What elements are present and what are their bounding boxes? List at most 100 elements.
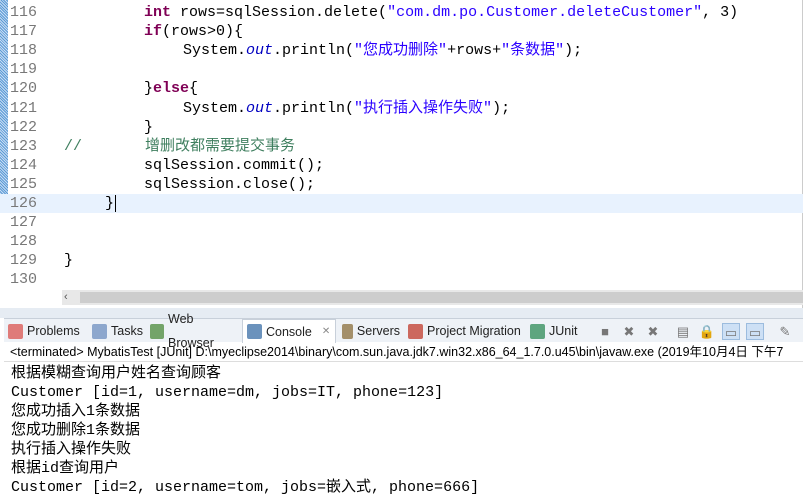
tab-label: JUnit	[549, 324, 578, 338]
line-number: 127	[10, 214, 38, 232]
code-token: sqlSession.commit();	[144, 156, 325, 174]
code-text: }	[144, 118, 153, 137]
code-text: sqlSession.commit();	[144, 156, 324, 175]
code-line[interactable]: 129}	[0, 251, 803, 270]
code-line[interactable]: 126}	[0, 194, 803, 213]
code-token: if	[144, 23, 163, 41]
console-line: 根据模糊查询用户姓名查询顾客	[11, 365, 222, 382]
code-token: "执行插入操作失败"	[354, 99, 493, 117]
remove-launch-icon[interactable]: ✖	[620, 323, 638, 340]
code-text: sqlSession.close();	[144, 175, 315, 194]
line-number: 123	[10, 137, 38, 155]
code-token: }	[144, 118, 154, 136]
code-text: System.out.println("执行插入操作失败");	[183, 99, 510, 118]
code-token: +rows+	[447, 42, 502, 60]
line-number: 129	[10, 252, 38, 270]
code-token: , 3)	[702, 4, 739, 21]
code-token: sqlSession.close();	[144, 175, 316, 193]
code-token: System.	[183, 42, 247, 60]
code-token: System.	[183, 99, 247, 117]
line-number: 128	[10, 233, 38, 251]
tab-label: Problems	[27, 324, 80, 338]
remove-all-icon[interactable]: ✖	[644, 323, 662, 340]
console-line: 您成功插入1条数据	[11, 403, 141, 420]
tab-label: Console	[266, 324, 312, 339]
code-line[interactable]: 120}else{	[0, 79, 803, 98]
pin-console-icon[interactable]: ✎	[776, 323, 794, 340]
code-token: "com.dm.po.Customer.deleteCustomer"	[387, 4, 703, 21]
console-line: 您成功删除1条数据	[11, 422, 141, 439]
line-number: 118	[10, 42, 38, 60]
code-text: System.out.println("您成功删除"+rows+"条数据");	[183, 41, 582, 60]
scrollbar-thumb[interactable]	[80, 292, 803, 303]
tab-label: Servers	[356, 324, 400, 338]
show-on-stderr-icon[interactable]: ▭	[746, 323, 764, 340]
code-line[interactable]: 117 if(rows>0){	[0, 22, 803, 41]
code-editor[interactable]: 116 int rows=sqlSession.delete("com.dm.po…	[0, 0, 803, 308]
code-line[interactable]: 127	[0, 213, 803, 232]
code-line[interactable]: 119	[0, 60, 803, 79]
tasks-icon	[92, 323, 107, 339]
code-token: out	[246, 99, 274, 117]
problems-icon	[8, 323, 23, 339]
code-token: // 增删改都需要提交事务	[64, 137, 296, 155]
clear-console-icon[interactable]: ▤	[674, 323, 692, 340]
terminate-icon[interactable]: ■	[596, 323, 614, 340]
view-tab-bar: Problems Tasks Web Browser Console ✕ Servers P…	[4, 312, 803, 350]
code-text: if(rows>0){	[144, 22, 243, 41]
code-token: out	[246, 42, 274, 60]
tab-junit[interactable]: JUnit	[526, 319, 582, 343]
code-line[interactable]: 121 System.out.println("执行插入操作失败");	[0, 99, 803, 118]
line-number: 121	[10, 99, 38, 117]
tab-tasks[interactable]: Tasks	[88, 319, 144, 343]
tab-label: Project Migration	[427, 324, 521, 338]
code-token: else	[153, 80, 190, 98]
line-number: 122	[10, 118, 38, 136]
line-number: 125	[10, 175, 38, 193]
text-cursor	[115, 194, 117, 212]
console-line: 根据id查询用户	[11, 460, 120, 477]
console-header: <terminated> MybatisTest [JUnit] D:\myec…	[4, 342, 803, 362]
code-text: }else{	[144, 79, 198, 98]
code-token: }	[64, 252, 74, 270]
tab-servers[interactable]: Servers	[338, 319, 400, 343]
tab-web-browser[interactable]: Web Browser	[146, 312, 238, 350]
show-on-stdout-icon[interactable]: ▭	[722, 323, 740, 340]
code-line[interactable]: 122}	[0, 118, 803, 137]
line-number: 124	[10, 156, 38, 174]
console-icon	[247, 324, 262, 339]
code-line[interactable]: 123 // 增删改都需要提交事务	[0, 137, 803, 156]
code-text: }	[64, 251, 73, 270]
scroll-left-icon[interactable]: ‹	[64, 290, 68, 305]
code-text: // 增删改都需要提交事务	[64, 137, 295, 156]
code-line[interactable]: 124 sqlSession.commit();	[0, 156, 803, 175]
tab-console[interactable]: Console ✕	[242, 319, 336, 343]
tab-project-migration[interactable]: Project Migration	[404, 319, 522, 343]
line-number: 117	[10, 23, 38, 41]
code-token: "您成功删除"	[354, 42, 448, 60]
code-line[interactable]: 118 System.out.println("您成功删除"+rows+"条数据"…	[0, 41, 803, 60]
code-token: .println(	[273, 42, 355, 60]
horizontal-scrollbar[interactable]: ‹	[62, 290, 803, 305]
code-line[interactable]: 130	[0, 270, 803, 289]
code-line[interactable]: 116 int rows=sqlSession.delete("com.dm.po…	[0, 3, 803, 22]
code-token: {	[189, 80, 199, 98]
console-line: Customer [id=2, username=tom, jobs=嵌入式, …	[11, 479, 480, 496]
code-text: }	[105, 194, 117, 213]
code-token: (rows>0){	[162, 23, 244, 41]
servers-icon	[342, 323, 353, 339]
code-line[interactable]: 125 sqlSession.close();	[0, 175, 803, 194]
code-token: );	[492, 99, 511, 117]
code-token: );	[564, 42, 583, 60]
tab-problems[interactable]: Problems	[4, 319, 86, 343]
console-line: Customer [id=1, username=dm, jobs=IT, ph…	[11, 384, 444, 401]
code-token: rows=sqlSession.delete(	[171, 4, 388, 21]
close-icon[interactable]: ✕	[322, 320, 330, 344]
scroll-lock-icon[interactable]: 🔒	[698, 323, 716, 340]
code-text: int rows=sqlSession.delete("com.dm.po.Cu…	[144, 3, 738, 22]
junit-icon	[530, 323, 545, 339]
code-token: int	[144, 4, 172, 21]
code-token: .println(	[273, 99, 355, 117]
line-number: 116	[10, 4, 38, 21]
code-line[interactable]: 128	[0, 232, 803, 251]
